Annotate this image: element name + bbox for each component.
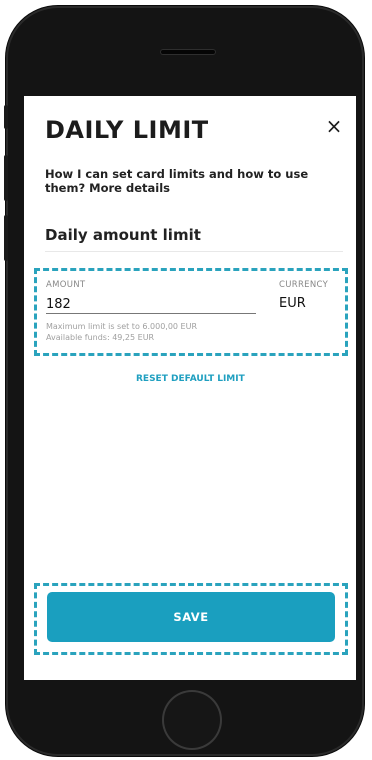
phone-volume-up	[4, 155, 8, 201]
divider	[45, 251, 343, 252]
phone-mute-switch	[4, 105, 8, 129]
close-icon[interactable]: ×	[324, 116, 344, 136]
max-limit-hint: Maximum limit is set to 6.000,00 EUR	[46, 322, 198, 331]
available-funds-hint: Available funds: 49,25 EUR	[46, 333, 155, 342]
phone-home-button[interactable]	[162, 690, 222, 750]
save-button[interactable]: SAVE	[47, 592, 335, 642]
section-title: Daily amount limit	[45, 226, 201, 244]
amount-input[interactable]	[46, 295, 256, 314]
currency-label: CURRENCY	[279, 280, 329, 290]
reset-default-limit-link[interactable]: RESET DEFAULT LIMIT	[136, 374, 245, 384]
phone-volume-down	[4, 215, 8, 261]
phone-screen: DAILY LIMIT × How I can set card limits …	[24, 96, 356, 680]
page-title: DAILY LIMIT	[45, 116, 209, 144]
currency-value[interactable]: EUR	[279, 296, 306, 311]
help-link[interactable]: How I can set card limits and how to use…	[45, 167, 325, 195]
amount-label: AMOUNT	[46, 280, 86, 290]
phone-speaker	[160, 49, 216, 55]
